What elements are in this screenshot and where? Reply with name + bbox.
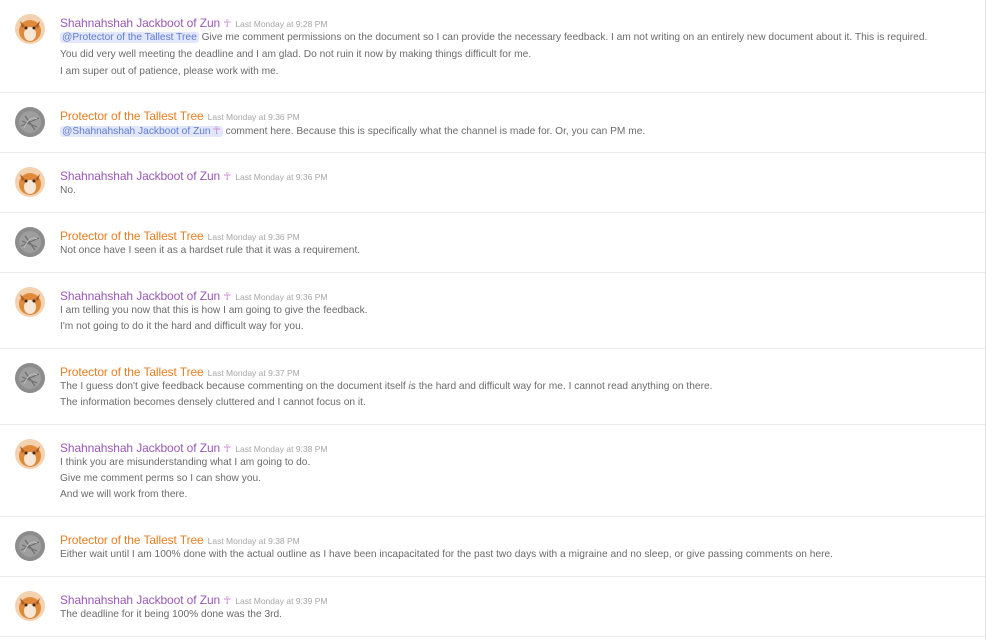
message-text: @Protector of the Tallest Tree Give me c…: [60, 32, 928, 43]
avatar-shahnahshah[interactable]: [15, 167, 45, 197]
ankh-role-icon: ☥: [212, 125, 221, 137]
author-name[interactable]: Shahnahshah Jackboot of Zun: [60, 441, 220, 455]
timestamp: Last Monday at 9:37 PM: [207, 368, 300, 378]
avatar-protector[interactable]: [15, 107, 45, 137]
message-text: You did very well meeting the deadline a…: [60, 49, 532, 60]
message-group: Shahnahshah Jackboot of Zun ☥ Last Monday …: [0, 273, 986, 349]
message-text: @Shahnahshah Jackboot of Zun ☥ comment he…: [60, 125, 646, 137]
timestamp: Last Monday at 9:36 PM: [207, 112, 300, 122]
author-name[interactable]: Shahnahshah Jackboot of Zun: [60, 169, 220, 183]
author-name[interactable]: Shahnahshah Jackboot of Zun: [60, 16, 220, 30]
timestamp: Last Monday at 9:36 PM: [235, 292, 328, 302]
message-group: Shahnahshah Jackboot of Zun ☥ Last Monday …: [0, 577, 986, 637]
ankh-role-icon: ☥: [223, 18, 232, 30]
message-text: I think you are misunderstanding what I …: [60, 457, 311, 468]
user-mention[interactable]: @Shahnahshah Jackboot of Zun ☥: [60, 125, 223, 137]
author-name[interactable]: Protector of the Tallest Tree: [60, 533, 204, 547]
timestamp: Last Monday at 9:38 PM: [235, 444, 328, 454]
avatar-shahnahshah[interactable]: [15, 14, 45, 44]
message-text: Give me comment perms so I can show you.: [60, 473, 261, 484]
author-name[interactable]: Protector of the Tallest Tree: [60, 109, 204, 123]
message-text: No.: [60, 185, 76, 196]
scroll-edge-divider: [985, 0, 986, 640]
timestamp: Last Monday at 9:38 PM: [207, 536, 300, 546]
message-group: Protector of the Tallest Tree Last Monday…: [0, 349, 986, 425]
message-text: I am super out of patience, please work …: [60, 66, 279, 77]
ankh-role-icon: ☥: [223, 171, 232, 183]
author-name[interactable]: Shahnahshah Jackboot of Zun: [60, 593, 220, 607]
message-group: Protector of the Tallest Tree Last Monday…: [0, 213, 986, 273]
ankh-role-icon: ☥: [223, 443, 232, 455]
message-text: The I guess don't give feedback because …: [60, 381, 713, 392]
avatar-shahnahshah[interactable]: [15, 439, 45, 469]
message-text: The information becomes densely cluttere…: [60, 397, 366, 408]
timestamp: Last Monday at 9:36 PM: [235, 172, 328, 182]
user-mention[interactable]: @Protector of the Tallest Tree: [60, 32, 199, 43]
timestamp: Last Monday at 9:28 PM: [235, 19, 328, 29]
timestamp: Last Monday at 9:39 PM: [235, 596, 328, 606]
message-group: Protector of the Tallest Tree Last Monday…: [0, 93, 986, 153]
ankh-role-icon: ☥: [223, 291, 232, 303]
message-text: I'm not going to do it the hard and diff…: [60, 321, 304, 332]
chat-message-list: Shahnahshah Jackboot of Zun ☥ Last Monday …: [0, 0, 986, 640]
avatar-shahnahshah[interactable]: [15, 287, 45, 317]
message-group: Shahnahshah Jackboot of Zun ☥ Last Monday …: [0, 425, 986, 517]
message-group: Protector of the Tallest Tree Last Monday…: [0, 517, 986, 577]
author-name[interactable]: Shahnahshah Jackboot of Zun: [60, 289, 220, 303]
message-group: Shahnahshah Jackboot of Zun ☥ Last Monday …: [0, 153, 986, 213]
timestamp: Last Monday at 9:36 PM: [207, 232, 300, 242]
avatar-shahnahshah[interactable]: [15, 591, 45, 621]
message-group: Shahnahshah Jackboot of Zun ☥ Last Monday …: [0, 0, 986, 93]
message-text: The deadline for it being 100% done was …: [60, 609, 283, 620]
message-text: Either wait until I am 100% done with th…: [60, 549, 834, 560]
author-name[interactable]: Protector of the Tallest Tree: [60, 365, 204, 379]
author-name[interactable]: Protector of the Tallest Tree: [60, 229, 204, 243]
message-text: And we will work from there.: [60, 489, 188, 500]
avatar-protector[interactable]: [15, 363, 45, 393]
avatar-protector[interactable]: [15, 531, 45, 561]
message-text: I am telling you now that this is how I …: [60, 305, 368, 316]
ankh-role-icon: ☥: [223, 595, 232, 607]
message-text: Not once have I seen it as a hardset rul…: [60, 245, 361, 256]
avatar-protector[interactable]: [15, 227, 45, 257]
